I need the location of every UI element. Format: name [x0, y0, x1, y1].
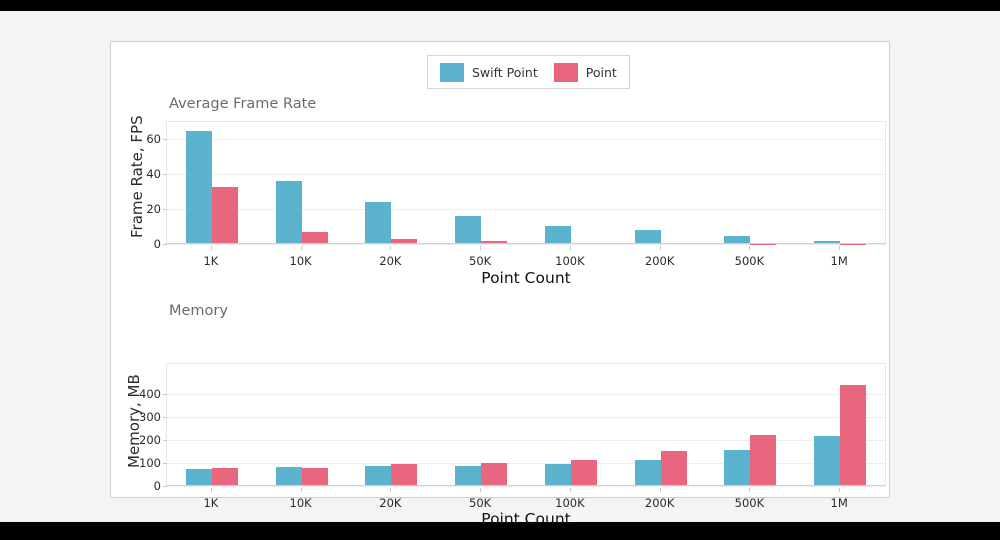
gridline — [167, 486, 885, 487]
y-tick-label: 300 — [139, 409, 161, 424]
gridline — [167, 244, 885, 245]
bar[interactable] — [634, 230, 661, 244]
y-tick-mark — [163, 486, 167, 487]
x-tick-label: 500K — [734, 496, 765, 510]
bar[interactable] — [455, 216, 482, 244]
x-tick-mark — [569, 488, 571, 492]
panel-memory: Memory Memory, MB 0 100 200 300 400 1K 10K 20K… — [111, 248, 891, 528]
bar[interactable] — [660, 451, 687, 486]
bar[interactable] — [750, 434, 777, 486]
x-tick-label: 1K — [203, 496, 219, 510]
bar[interactable] — [481, 462, 508, 486]
chart-title-frame-rate: Average Frame Rate — [169, 96, 317, 112]
x-tick-label: 1M — [830, 496, 848, 510]
bar[interactable] — [814, 435, 841, 486]
x-tick-label: 20K — [379, 496, 402, 510]
x-tick-mark — [749, 488, 751, 492]
plot-area-memory: 0 100 200 300 400 — [139, 363, 886, 493]
bar[interactable] — [275, 467, 302, 486]
bar[interactable] — [544, 463, 571, 486]
bar[interactable] — [391, 464, 418, 486]
bar[interactable] — [301, 467, 328, 486]
bar[interactable] — [211, 186, 238, 244]
x-tick-mark — [210, 488, 212, 492]
x-tick-label: 10K — [289, 496, 312, 510]
bar[interactable] — [724, 450, 751, 486]
x-axis-line-memory — [167, 485, 885, 486]
x-axis-label-memory: Point Count — [481, 510, 571, 528]
bar[interactable] — [634, 460, 661, 486]
bar[interactable] — [185, 468, 212, 486]
x-tick-label: 100K — [555, 496, 585, 510]
x-tick-mark — [659, 488, 661, 492]
bar[interactable] — [455, 465, 482, 486]
x-tick-label: 200K — [644, 496, 675, 510]
bars-frame-rate — [167, 122, 885, 244]
y-tick-label: 100 — [139, 455, 161, 470]
panel-average-frame-rate: Average Frame Rate Frame Rate, FPS 0 20 40… — [111, 42, 891, 287]
x-tick-label: 50K — [469, 496, 492, 510]
y-tick-label: 200 — [139, 432, 161, 447]
x-tick-mark — [390, 488, 392, 492]
y-tick-mark — [163, 244, 167, 245]
y-tick-label: 60 — [146, 132, 161, 147]
y-tick-label: 400 — [139, 386, 161, 401]
bar[interactable] — [840, 385, 867, 486]
bar[interactable] — [275, 181, 302, 244]
y-tick-label: 20 — [146, 202, 161, 217]
bar[interactable] — [365, 466, 392, 486]
bar[interactable] — [185, 130, 212, 244]
bar[interactable] — [365, 202, 392, 244]
bar[interactable] — [211, 467, 238, 486]
bar[interactable] — [544, 225, 571, 244]
chart-title-memory: Memory — [169, 303, 228, 319]
x-axis-line-frame-rate — [167, 243, 885, 244]
y-tick-label: 0 — [153, 479, 161, 493]
x-tick-mark — [300, 488, 302, 492]
x-tick-mark — [839, 488, 841, 492]
y-axis-label-frame-rate: Frame Rate, FPS — [128, 115, 146, 238]
chart-card: Swift Point Point Average Frame Rate Fra… — [110, 41, 891, 528]
x-tick-mark — [480, 488, 482, 492]
y-tick-label: 40 — [146, 167, 161, 182]
bars-memory — [167, 364, 885, 486]
bar[interactable] — [570, 460, 597, 486]
top-letterbox-bar — [0, 0, 1000, 11]
plot-area-frame-rate: 0 20 40 60 — [146, 121, 886, 251]
